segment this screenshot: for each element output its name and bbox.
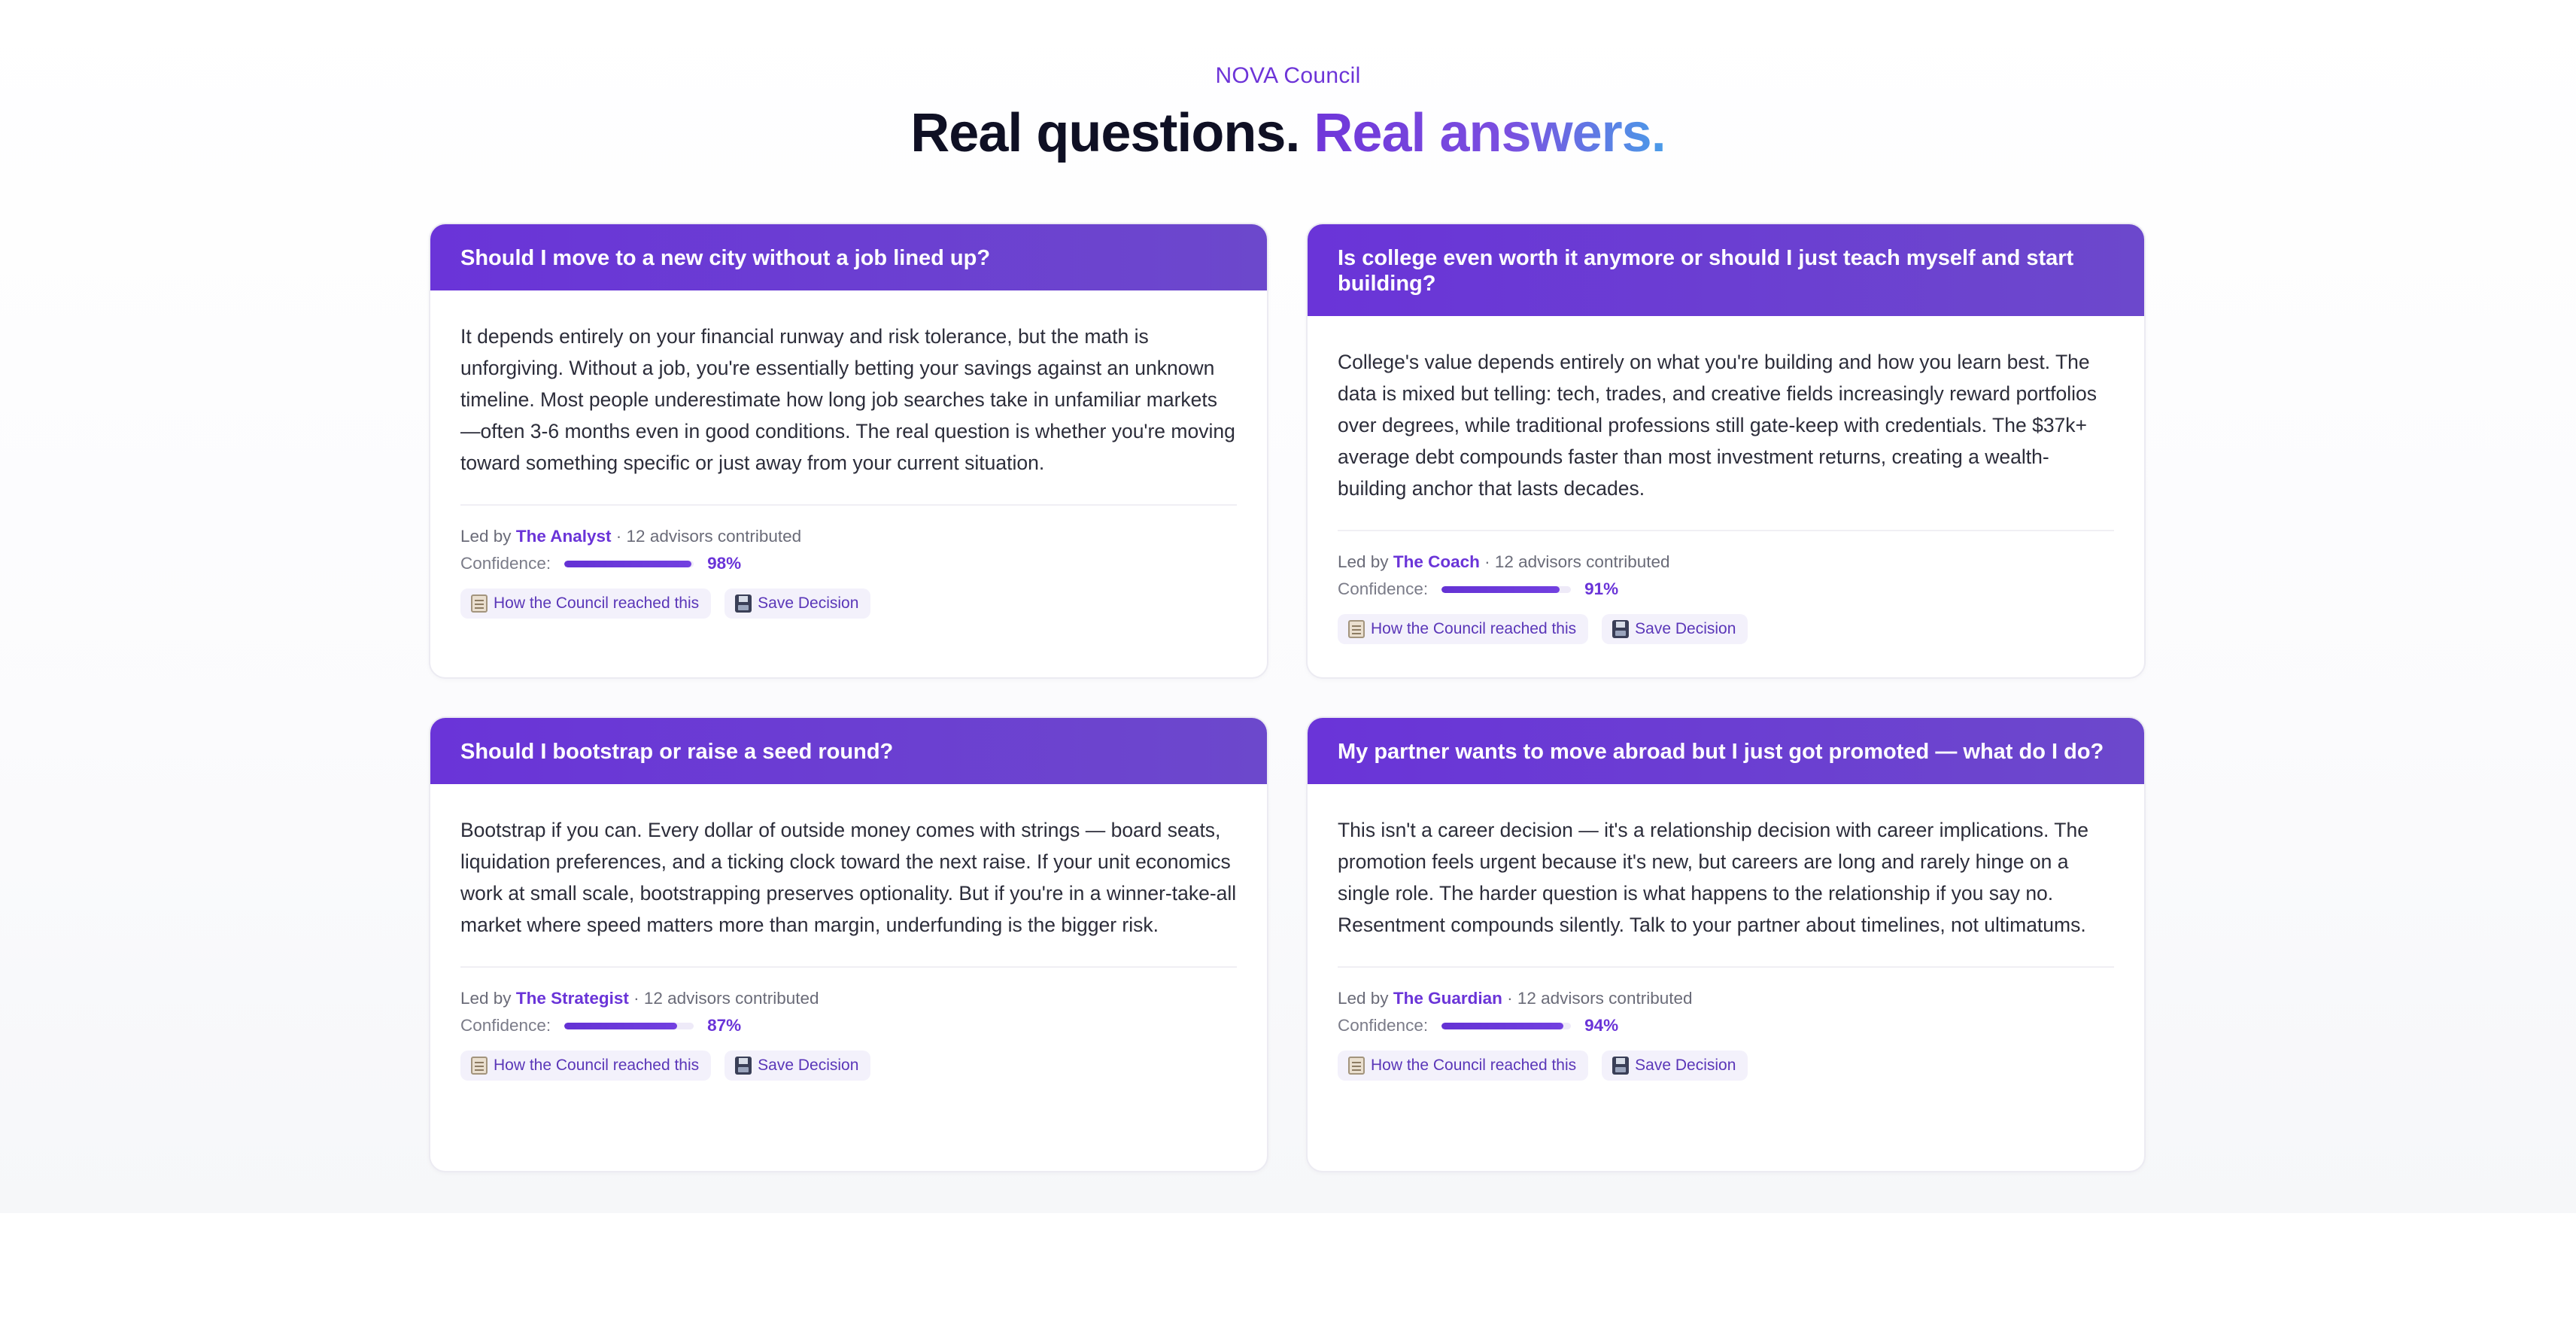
lead-advisor-link[interactable]: The Strategist: [516, 989, 629, 1008]
confidence-label: Confidence:: [460, 1016, 551, 1035]
ledger-icon: [1348, 1057, 1365, 1075]
led-by-prefix: Led by: [460, 989, 512, 1008]
save-decision-button[interactable]: Save Decision: [1602, 614, 1748, 644]
save-decision-button[interactable]: Save Decision: [1602, 1051, 1748, 1081]
save-decision-label: Save Decision: [758, 594, 859, 612]
confidence-bar-fill: [564, 560, 691, 567]
card-answer: Bootstrap if you can. Every dollar of ou…: [460, 814, 1237, 968]
floppy-disk-icon: [735, 594, 752, 613]
card-actions: How the Council reached this Save Decisi…: [1338, 614, 2114, 644]
save-decision-button[interactable]: Save Decision: [724, 588, 871, 619]
card-body: College's value depends entirely on what…: [1308, 316, 2144, 644]
card-answer: This isn't a career decision — it's a re…: [1338, 814, 2114, 968]
ledger-icon: [471, 594, 488, 613]
confidence-row: Confidence: 91%: [1338, 575, 2114, 604]
card-question: Should I bootstrap or raise a seed round…: [430, 718, 1267, 784]
confidence-percent: 94%: [1584, 1016, 1619, 1035]
decision-card: Is college even worth it anymore or shou…: [1306, 223, 2146, 679]
floppy-disk-icon: [1612, 1057, 1630, 1075]
how-council-reached-button[interactable]: How the Council reached this: [460, 588, 712, 619]
card-body: It depends entirely on your financial ru…: [430, 290, 1267, 619]
card-answer: College's value depends entirely on what…: [1338, 346, 2114, 531]
led-by-prefix: Led by: [1338, 989, 1389, 1008]
confidence-bar: [1441, 585, 1572, 593]
card-question: Is college even worth it anymore or shou…: [1308, 224, 2144, 316]
confidence-bar-fill: [1441, 585, 1560, 593]
card-actions: How the Council reached this Save Decisi…: [460, 588, 1237, 619]
how-council-reached-button[interactable]: How the Council reached this: [1338, 614, 1589, 644]
council-section: NOVA Council Real questions. Real answer…: [0, 0, 2576, 1213]
confidence-row: Confidence: 87%: [460, 1011, 1237, 1040]
contributors-count: · 12 advisors contributed: [633, 989, 819, 1008]
save-decision-label: Save Decision: [758, 1057, 859, 1074]
lead-advisor-link[interactable]: The Guardian: [1393, 989, 1502, 1008]
card-meta: Led by The Strategist · 12 advisors cont…: [460, 986, 1237, 1011]
how-council-reached-button[interactable]: How the Council reached this: [460, 1051, 712, 1081]
confidence-label: Confidence:: [1338, 579, 1429, 598]
lead-advisor-link[interactable]: The Coach: [1393, 552, 1480, 571]
decision-card: Should I move to a new city without a jo…: [429, 223, 1268, 679]
save-decision-button[interactable]: Save Decision: [724, 1051, 871, 1081]
save-decision-label: Save Decision: [1635, 620, 1736, 637]
confidence-percent: 87%: [707, 1016, 742, 1035]
led-by-prefix: Led by: [460, 527, 512, 546]
page-headline: Real questions. Real answers.: [0, 102, 2576, 164]
confidence-row: Confidence: 98%: [460, 549, 1237, 578]
how-council-reached-label: How the Council reached this: [494, 594, 700, 612]
confidence-label: Confidence:: [460, 554, 551, 573]
decision-card-grid: Should I move to a new city without a jo…: [429, 223, 2146, 1172]
confidence-bar: [564, 1022, 694, 1029]
how-council-reached-label: How the Council reached this: [494, 1057, 700, 1074]
confidence-percent: 98%: [707, 554, 742, 573]
confidence-bar-fill: [1441, 1022, 1563, 1029]
confidence-bar: [564, 560, 694, 567]
card-meta: Led by The Coach · 12 advisors contribut…: [1338, 549, 2114, 575]
decision-card: Should I bootstrap or raise a seed round…: [429, 716, 1268, 1172]
how-council-reached-button[interactable]: How the Council reached this: [1338, 1051, 1589, 1081]
decision-card: My partner wants to move abroad but I ju…: [1306, 716, 2146, 1172]
card-body: Bootstrap if you can. Every dollar of ou…: [430, 784, 1267, 1081]
card-answer: It depends entirely on your financial ru…: [460, 321, 1237, 506]
floppy-disk-icon: [1612, 620, 1630, 638]
contributors-count: · 12 advisors contributed: [1507, 989, 1693, 1008]
contributors-count: · 12 advisors contributed: [615, 527, 802, 546]
card-body: This isn't a career decision — it's a re…: [1308, 784, 2144, 1081]
how-council-reached-label: How the Council reached this: [1371, 1057, 1577, 1074]
confidence-bar: [1441, 1022, 1572, 1029]
ledger-icon: [1348, 620, 1365, 638]
confidence-percent: 91%: [1584, 579, 1619, 598]
lead-advisor-link[interactable]: The Analyst: [516, 527, 612, 546]
save-decision-label: Save Decision: [1635, 1057, 1736, 1074]
card-actions: How the Council reached this Save Decisi…: [460, 1051, 1237, 1081]
card-actions: How the Council reached this Save Decisi…: [1338, 1051, 2114, 1081]
led-by-prefix: Led by: [1338, 552, 1389, 571]
card-meta: Led by The Guardian · 12 advisors contri…: [1338, 986, 2114, 1011]
card-question: Should I move to a new city without a jo…: [430, 224, 1267, 290]
brand-eyebrow: NOVA Council: [1215, 63, 1361, 88]
ledger-icon: [471, 1057, 488, 1075]
contributors-count: · 12 advisors contributed: [1484, 552, 1670, 571]
floppy-disk-icon: [735, 1057, 752, 1075]
how-council-reached-label: How the Council reached this: [1371, 620, 1577, 637]
headline-part-2: Real answers.: [1314, 103, 1666, 163]
confidence-label: Confidence:: [1338, 1016, 1429, 1035]
confidence-bar-fill: [564, 1022, 677, 1029]
card-question: My partner wants to move abroad but I ju…: [1308, 718, 2144, 784]
confidence-row: Confidence: 94%: [1338, 1011, 2114, 1040]
headline-part-1: Real questions.: [910, 103, 1300, 163]
card-meta: Led by The Analyst · 12 advisors contrib…: [460, 524, 1237, 549]
